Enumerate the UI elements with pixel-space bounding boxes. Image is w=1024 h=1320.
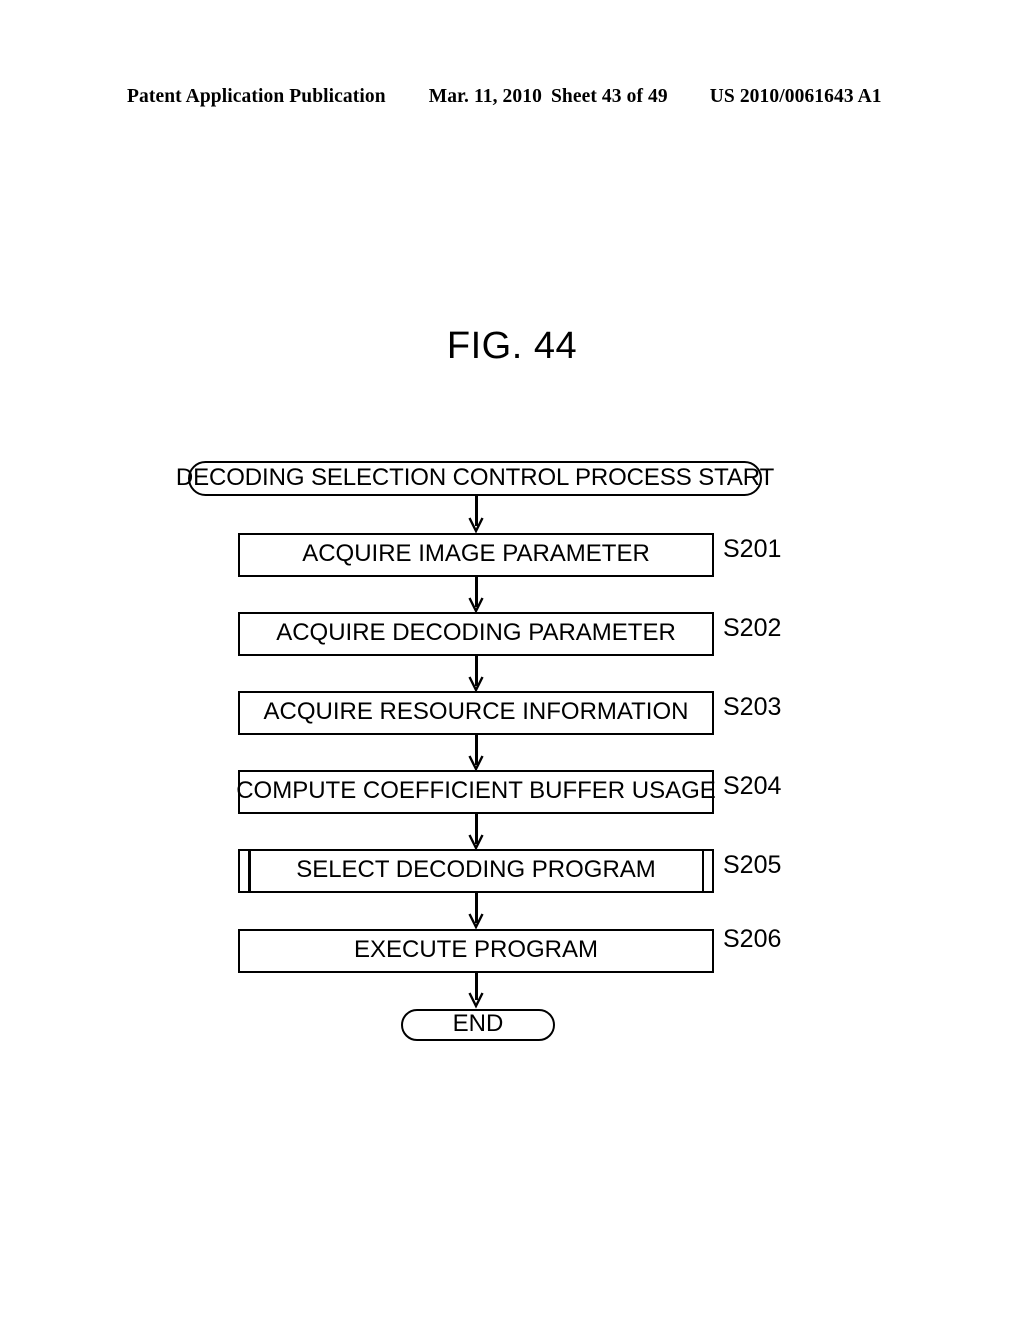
arrowhead-s205-to-s206 — [468, 913, 484, 930]
flow-node-s206: EXECUTE PROGRAM — [238, 929, 714, 973]
arrowhead-s203-to-s204 — [468, 755, 484, 772]
flow-node-s201: ACQUIRE IMAGE PARAMETER — [238, 533, 714, 577]
arrowhead-s204-to-s205 — [468, 834, 484, 851]
flow-node-start: DECODING SELECTION CONTROL PROCESS START — [176, 461, 774, 496]
step-number-s206: S206 — [723, 925, 782, 953]
flow-node-s205-label: SELECT DECODING PROGRAM — [296, 856, 656, 883]
flow-node-start-label: DECODING SELECTION CONTROL PROCESS START — [175, 463, 775, 491]
flow-node-end-label: END — [452, 1010, 504, 1037]
step-number-s203: S203 — [723, 693, 782, 721]
step-number-s204: S204 — [723, 772, 782, 800]
arrowhead-s202-to-s203 — [468, 676, 484, 693]
flow-node-s202-label: ACQUIRE DECODING PARAMETER — [276, 619, 676, 646]
flowchart-diagram: DECODING SELECTION CONTROL PROCESS START… — [0, 0, 1024, 1320]
flow-node-s206-label: EXECUTE PROGRAM — [353, 936, 599, 963]
step-number-s201: S201 — [723, 535, 782, 563]
step-number-s202: S202 — [723, 614, 782, 642]
flow-node-s202: ACQUIRE DECODING PARAMETER — [238, 612, 714, 656]
flow-node-end: END — [401, 1009, 555, 1041]
flow-node-s201-label: ACQUIRE IMAGE PARAMETER — [302, 540, 650, 567]
arrowhead-s201-to-s202 — [468, 597, 484, 614]
step-number-s205: S205 — [723, 851, 782, 879]
flow-node-s203: ACQUIRE RESOURCE INFORMATION — [238, 691, 714, 735]
flow-node-s203-label: ACQUIRE RESOURCE INFORMATION — [263, 698, 689, 725]
flow-node-s204: COMPUTE COEFFICIENT BUFFER USAGE — [236, 770, 716, 814]
flow-node-s204-label: COMPUTE COEFFICIENT BUFFER USAGE — [236, 777, 716, 804]
arrowhead-start-to-s201 — [468, 517, 484, 534]
flow-node-s205: SELECT DECODING PROGRAM — [238, 849, 714, 893]
arrowhead-s206-to-end — [468, 992, 484, 1009]
